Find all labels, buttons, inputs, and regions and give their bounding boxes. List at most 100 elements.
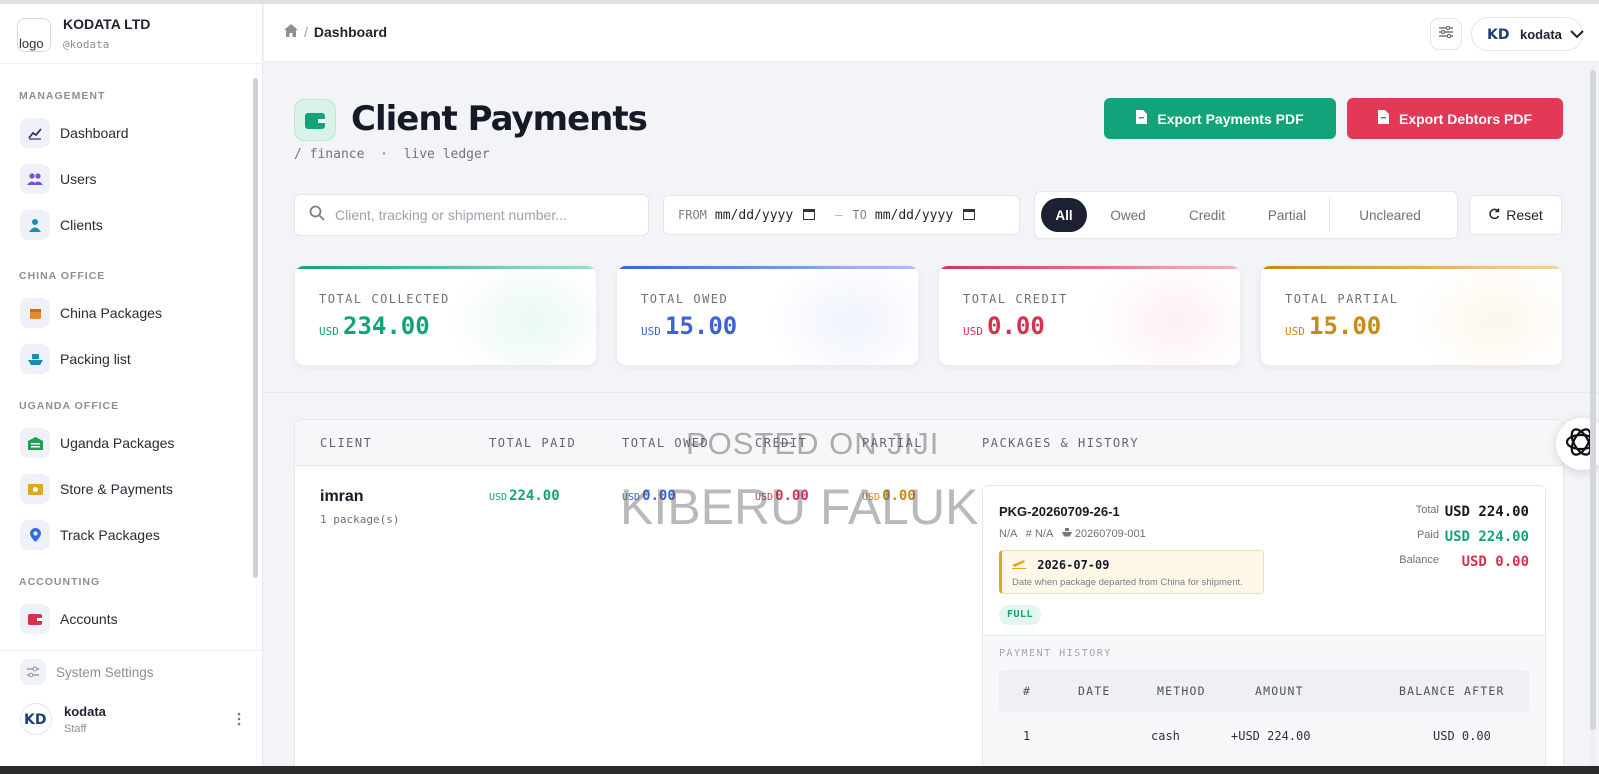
stat-amount: 15.00 xyxy=(665,312,738,340)
chip-partial[interactable]: Partial xyxy=(1245,198,1329,232)
shipment-number: 20260709-001 xyxy=(1074,528,1146,540)
sidebar-item-china-packages[interactable]: China Packages xyxy=(20,296,240,330)
account-menu[interactable]: KD kodata xyxy=(1471,17,1584,51)
page-title: Client Payments xyxy=(351,99,648,139)
stat-card-collected: TOTAL COLLECTED USD 234.00 xyxy=(294,265,597,366)
amount: 0.00 xyxy=(882,488,916,504)
brand-name: KODATA LTD xyxy=(63,16,151,32)
sidebar-item-label: Track Packages xyxy=(60,527,160,543)
stat-label: TOTAL OWED xyxy=(641,292,729,306)
column-header[interactable]: CREDIT xyxy=(755,436,807,450)
search-input[interactable] xyxy=(335,207,625,223)
export-debtors-pdf-button[interactable]: Export Debtors PDF xyxy=(1347,98,1563,139)
account-name: kodata xyxy=(1520,26,1562,42)
sidebar: logo KODATA LTD @kodata MANAGEMENT Dashb… xyxy=(0,4,263,766)
top-header: / Dashboard KD kodata xyxy=(264,4,1599,62)
sliders-icon xyxy=(1439,25,1453,43)
home-icon[interactable] xyxy=(284,24,298,40)
paid-value: USD 224.00 xyxy=(1444,529,1529,545)
filter-settings-button[interactable] xyxy=(1430,18,1462,50)
departure-date-value: 2026-07-09 xyxy=(1037,558,1110,572)
history-col: BALANCE AFTER xyxy=(1399,684,1505,698)
package-count: 1 package(s) xyxy=(320,513,400,526)
sidebar-item-users[interactable]: Users xyxy=(20,162,240,196)
column-header[interactable]: TOTAL OWED xyxy=(622,436,709,450)
brand-logo: logo xyxy=(17,18,51,52)
system-settings-link[interactable]: System Settings xyxy=(20,659,154,685)
total-paid-cell: USD 224.00 xyxy=(489,488,560,504)
sidebar-footer: System Settings KD kodata Staff xyxy=(0,650,263,766)
sidebar-item-packing-list[interactable]: Packing list xyxy=(20,342,240,376)
sidebar-item-label: Accounts xyxy=(60,611,118,627)
departure-note: 2026-07-09 Date when package departed fr… xyxy=(999,550,1264,594)
section-divider xyxy=(264,392,1599,393)
search-icon xyxy=(309,205,325,226)
stat-amount: 0.00 xyxy=(987,312,1045,340)
calendar-icon[interactable] xyxy=(803,208,816,223)
sidebar-item-label: Dashboard xyxy=(60,125,129,141)
stat-label: TOTAL CREDIT xyxy=(963,292,1068,306)
ship-icon xyxy=(20,344,50,374)
client-name[interactable]: imran xyxy=(320,488,364,506)
from-date-input[interactable]: mm/dd/yyyy xyxy=(715,208,793,223)
column-header[interactable]: PARTIAL xyxy=(862,436,923,450)
range-dash: — xyxy=(835,208,843,222)
to-date-input[interactable]: mm/dd/yyyy xyxy=(875,208,953,223)
chart-line-icon xyxy=(20,118,50,148)
meta-na: N/A xyxy=(999,528,1017,540)
package-card: PKG-20260709-26-1 N/A # N/A 20260709-001… xyxy=(982,485,1546,773)
history-col: AMOUNT xyxy=(1255,684,1304,698)
export-payments-pdf-button[interactable]: Export Payments PDF xyxy=(1104,98,1336,139)
column-header[interactable]: CLIENT xyxy=(320,436,372,450)
chip-all[interactable]: All xyxy=(1041,198,1087,232)
stat-currency: USD xyxy=(641,325,661,338)
package-id[interactable]: PKG-20260709-26-1 xyxy=(999,504,1120,519)
meta-number: # N/A xyxy=(1025,528,1053,540)
column-header[interactable]: PACKAGES & HISTORY xyxy=(982,436,1139,450)
payment-history: PAYMENT HISTORY # DATE METHOD AMOUNT BAL… xyxy=(983,635,1545,773)
partial-cell: USD 0.00 xyxy=(862,488,916,504)
chip-credit[interactable]: Credit xyxy=(1169,198,1245,232)
stat-label: TOTAL PARTIAL xyxy=(1285,292,1399,306)
stat-card-partial: TOTAL PARTIAL USD 15.00 xyxy=(1260,265,1563,366)
avatar[interactable]: KD xyxy=(20,703,52,735)
search-box xyxy=(294,194,649,236)
total-value: USD 224.00 xyxy=(1444,504,1529,520)
user-name: kodata xyxy=(64,704,106,719)
sidebar-item-label: Store & Payments xyxy=(60,481,173,497)
sidebar-item-dashboard[interactable]: Dashboard xyxy=(20,116,240,150)
location-pin-icon xyxy=(20,520,50,550)
sidebar-item-label: Packing list xyxy=(60,351,131,367)
column-header[interactable]: TOTAL PAID xyxy=(489,436,576,450)
page-scrollbar[interactable] xyxy=(1590,70,1596,730)
sidebar-item-track-packages[interactable]: Track Packages xyxy=(20,518,240,552)
status-filter-chips: All Owed Credit Partial Uncleared xyxy=(1034,191,1458,239)
brand-handle: @kodata xyxy=(63,38,110,51)
chip-owed[interactable]: Owed xyxy=(1087,198,1169,232)
sidebar-item-store-payments[interactable]: Store & Payments xyxy=(20,472,240,506)
more-vertical-icon[interactable] xyxy=(233,709,245,729)
history-col: DATE xyxy=(1078,684,1111,698)
history-method: cash xyxy=(1151,729,1180,743)
pdf-file-icon xyxy=(1377,110,1389,127)
history-col: METHOD xyxy=(1157,684,1206,698)
sidebar-item-uganda-packages[interactable]: Uganda Packages xyxy=(20,426,240,460)
money-icon xyxy=(20,474,50,504)
reset-button[interactable]: Reset xyxy=(1469,195,1562,235)
users-icon xyxy=(20,164,50,194)
chevron-down-icon xyxy=(1570,27,1584,42)
sidebar-item-clients[interactable]: Clients xyxy=(20,208,240,242)
history-balance-after: USD 0.00 xyxy=(1433,729,1491,743)
sidebar-item-label: China Packages xyxy=(60,305,162,321)
package-meta: N/A # N/A 20260709-001 xyxy=(999,528,1146,540)
stat-amount: 234.00 xyxy=(343,312,430,340)
total-label: Total xyxy=(1415,504,1439,516)
sidebar-scrollbar[interactable] xyxy=(253,78,258,578)
stat-label: TOTAL COLLECTED xyxy=(319,292,450,306)
plane-departure-icon xyxy=(1012,558,1026,572)
currency: USD xyxy=(755,492,774,503)
sidebar-item-accounts[interactable]: Accounts xyxy=(20,602,240,636)
calendar-icon[interactable] xyxy=(963,208,976,223)
stat-currency: USD xyxy=(1285,325,1305,338)
chip-uncleared[interactable]: Uncleared xyxy=(1330,198,1450,232)
